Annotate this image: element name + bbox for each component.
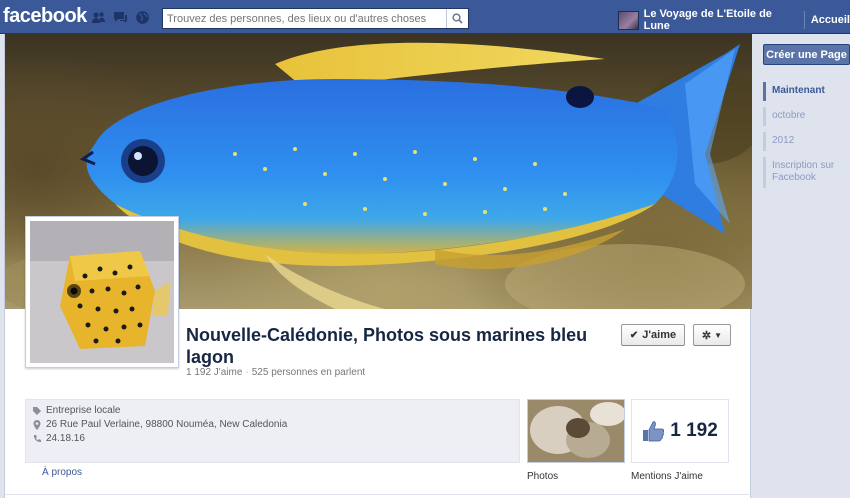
category-text: Entreprise locale — [46, 405, 121, 416]
profile-picture[interactable] — [25, 216, 179, 368]
likes-text[interactable]: 1 192 J'aime — [186, 367, 242, 378]
chevron-down-icon: ▼ — [714, 330, 723, 340]
home-link[interactable]: Accueil — [811, 14, 850, 26]
likes-box[interactable]: 1 192 — [631, 399, 729, 463]
tag-icon — [32, 406, 42, 415]
messages-icon[interactable] — [113, 10, 128, 25]
page-stats: 1 192 J'aime · 525 personnes en parlent — [186, 367, 365, 378]
photos-thumbnail-image — [528, 400, 624, 462]
photos-thumbnail[interactable] — [527, 399, 625, 463]
search-box — [162, 8, 469, 29]
account-name-link[interactable]: Le Voyage de L'Etoile de Lune — [644, 8, 798, 32]
about-box[interactable]: Entreprise locale 26 Rue Paul Verlaine, … — [25, 399, 520, 463]
photos-label[interactable]: Photos — [527, 471, 558, 482]
location-pin-icon — [32, 419, 42, 430]
like-button[interactable]: ✔ J'aime — [621, 324, 685, 346]
address-row: 26 Rue Paul Verlaine, 98800 Nouméa, New … — [32, 419, 287, 430]
address-text: 26 Rue Paul Verlaine, 98800 Nouméa, New … — [46, 419, 288, 430]
thumbs-up-icon — [643, 421, 665, 442]
phone-icon — [32, 434, 42, 443]
likes-label[interactable]: Mentions J'aime — [631, 471, 703, 482]
gear-icon: ✲ — [701, 329, 712, 342]
account-avatar[interactable] — [618, 10, 639, 30]
account-area: Le Voyage de L'Etoile de Lune Accueil — [618, 8, 850, 32]
timeline-item-october[interactable]: octobre — [763, 107, 850, 126]
page-title: Nouvelle-Calédonie, Photos sous marines … — [186, 325, 588, 367]
create-page-button[interactable]: Créer une Page — [763, 44, 850, 65]
timeline-item-now[interactable]: Maintenant — [763, 82, 850, 101]
boxfish-image — [30, 221, 174, 363]
timeline-nav: Maintenant octobre 2012 Inscription sur … — [763, 82, 850, 194]
separator-dot: · — [245, 367, 249, 378]
divider — [5, 494, 752, 495]
page-options-button[interactable]: ✲ ▼ — [693, 324, 731, 346]
notifications-globe-icon[interactable] — [135, 10, 150, 25]
phone-row: 24.18.16 — [32, 433, 85, 444]
top-bar: facebook Le Voyage de L'Etoile de Lune A… — [0, 0, 850, 34]
facebook-logo[interactable]: facebook — [3, 5, 87, 28]
search-icon — [452, 13, 463, 24]
category-row: Entreprise locale — [32, 405, 120, 416]
friend-requests-icon[interactable] — [91, 10, 106, 25]
timeline-item-2012[interactable]: 2012 — [763, 132, 850, 151]
page-timeline: Nouvelle-Calédonie, Photos sous marines … — [4, 34, 752, 498]
about-link[interactable]: À propos — [42, 467, 82, 478]
check-icon: ✔ — [629, 329, 639, 341]
phone-text: 24.18.16 — [46, 433, 85, 444]
divider — [803, 11, 805, 29]
talking-about-text: 525 personnes en parlent — [251, 367, 366, 378]
timeline-item-joined[interactable]: Inscription sur Facebook — [763, 157, 850, 188]
jewel-icons — [91, 10, 150, 25]
likes-count: 1 192 — [670, 420, 718, 441]
search-input[interactable] — [163, 9, 446, 28]
search-button[interactable] — [446, 9, 468, 28]
like-button-label: J'aime — [642, 329, 677, 341]
